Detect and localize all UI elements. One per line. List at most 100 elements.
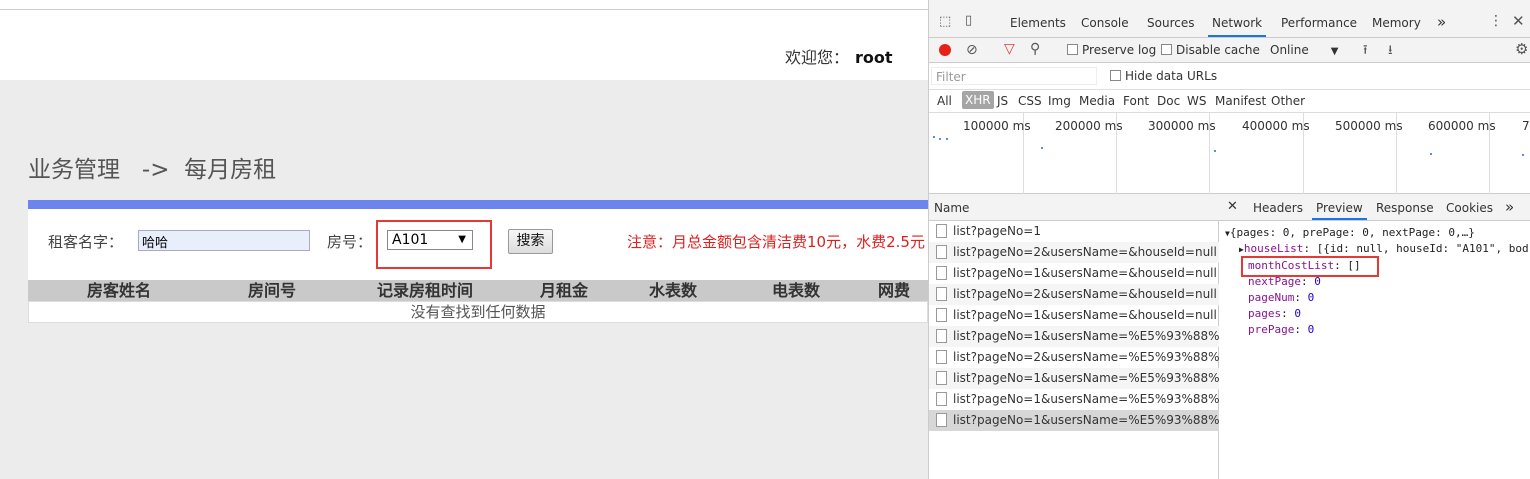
hide-data-urls-label: Hide data URLs	[1125, 69, 1218, 83]
tab-memory[interactable]: Memory	[1372, 16, 1421, 30]
document-icon	[936, 266, 947, 280]
device-toggle-icon[interactable]: ▯	[965, 13, 972, 28]
request-row[interactable]: list?pageNo=1&usersName=%E5%93%88%E5...	[929, 326, 1219, 347]
json-value: 0	[1307, 323, 1315, 336]
room-label: 房号：	[327, 233, 373, 251]
request-list: Name list?pageNo=1 list?pageNo=2&usersNa…	[929, 194, 1219, 479]
inspect-icon[interactable]: ⬚	[939, 14, 951, 29]
close-details-icon[interactable]: ✕	[1227, 199, 1238, 214]
tab-cookies[interactable]: Cookies	[1446, 201, 1493, 215]
more-tabs-icon[interactable]: »	[1437, 13, 1446, 31]
export-har-icon[interactable]: ⭳	[1388, 41, 1393, 63]
tab-network[interactable]: Network	[1207, 16, 1267, 37]
preserve-log-checkbox[interactable]: Preserve log	[1067, 43, 1156, 57]
json-key: monthCostList	[1248, 259, 1335, 272]
disable-cache-checkbox[interactable]: Disable cache	[1161, 43, 1260, 57]
type-xhr[interactable]: XHR	[962, 91, 994, 109]
tab-sources[interactable]: Sources	[1147, 16, 1194, 30]
tab-elements[interactable]: Elements	[1010, 16, 1066, 30]
notice-text: 注意：月总金额包含清洁费10元，水费2.5元	[627, 233, 925, 251]
request-name: list?pageNo=1	[953, 224, 1041, 238]
dropdown-arrow-icon: ▼	[458, 234, 466, 245]
timeline-label: 200000 ms	[1055, 119, 1123, 133]
type-all[interactable]: All	[937, 94, 952, 108]
json-monthCostList[interactable]: monthCostList: []	[1248, 259, 1361, 272]
timeline-dot	[1041, 147, 1043, 149]
welcome-label: 欢迎您：	[785, 48, 850, 67]
tab-performance[interactable]: Performance	[1281, 16, 1357, 30]
request-row[interactable]: list?pageNo=2&usersName=&houseId=null	[929, 242, 1219, 263]
username: root	[855, 48, 893, 67]
json-key: nextPage	[1248, 275, 1301, 288]
timeline-label: 70	[1522, 119, 1530, 133]
tab-console[interactable]: Console	[1081, 16, 1129, 30]
type-css[interactable]: CSS	[1018, 94, 1042, 108]
json-key: houseList	[1243, 242, 1304, 255]
type-ws[interactable]: WS	[1187, 94, 1206, 108]
type-manifest[interactable]: Manifest	[1215, 94, 1266, 108]
type-img[interactable]: Img	[1048, 94, 1071, 108]
tab-headers[interactable]: Headers	[1253, 201, 1303, 215]
tenant-name-input[interactable]: 哈哈	[138, 230, 310, 251]
chevron-down-icon: ▼	[1330, 46, 1339, 57]
accent-bar	[28, 200, 928, 209]
document-icon	[936, 392, 947, 406]
request-name: list?pageNo=1&usersName=%E5%93%88%E5...	[953, 413, 1219, 427]
timeline-dot	[933, 136, 935, 138]
hide-data-urls-checkbox[interactable]: Hide data URLs	[1110, 69, 1217, 83]
request-name: list?pageNo=1&usersName=%E5%93%88%E5...	[953, 329, 1219, 343]
document-icon	[936, 350, 947, 364]
timeline-label: 600000 ms	[1428, 119, 1496, 133]
room-select[interactable]: A101 ▼	[387, 230, 473, 250]
request-row[interactable]: list?pageNo=1&usersName=&houseId=null	[929, 305, 1219, 326]
kebab-menu-icon[interactable]: ⋮	[1489, 13, 1503, 29]
page-title: 业务管理 -> 每月房租	[28, 157, 277, 183]
type-media[interactable]: Media	[1079, 94, 1115, 108]
request-row[interactable]: list?pageNo=1&usersName=%E5%93%88%E5...	[929, 389, 1219, 410]
search-icon[interactable]: ⚲	[1030, 41, 1040, 57]
json-pages: pages: 0	[1248, 307, 1301, 320]
timeline-label: 100000 ms	[963, 119, 1031, 133]
table-header: 房客姓名 房间号 记录房租时间 月租金 水表数 电表数 网费	[28, 280, 928, 301]
timeline-dot	[946, 138, 948, 140]
disable-cache-label: Disable cache	[1176, 43, 1260, 57]
column-header: 房客姓名	[87, 281, 152, 300]
json-value: []	[1347, 259, 1361, 272]
devtools-panel: ⬚ ▯ Elements Console Sources Network Per…	[928, 0, 1530, 479]
json-key: pages	[1248, 307, 1282, 320]
request-name: list?pageNo=1&usersName=%E5%93%88%E5...	[953, 371, 1219, 385]
search-button[interactable]: 搜索	[508, 229, 553, 254]
request-row[interactable]: list?pageNo=1&usersName=&houseId=null	[929, 263, 1219, 284]
filter-icon[interactable]: ▽	[1004, 41, 1015, 57]
request-row[interactable]: list?pageNo=1	[929, 221, 1219, 242]
document-icon	[936, 287, 947, 301]
column-header: 网费	[878, 281, 911, 300]
throttle-select[interactable]: Online ▼	[1270, 43, 1338, 57]
json-value: 0	[1294, 307, 1301, 320]
clear-icon[interactable]: ⊘	[966, 42, 978, 58]
filter-row: Filter Hide data URLs	[929, 63, 1530, 90]
search-form: 租客名字： 哈哈 房号： A101 ▼ 搜索 注意：月总金额包含清洁费10元，水…	[28, 209, 928, 280]
type-doc[interactable]: Doc	[1157, 94, 1180, 108]
tab-preview[interactable]: Preview	[1312, 201, 1367, 220]
type-other[interactable]: Other	[1271, 94, 1305, 108]
document-icon	[936, 329, 947, 343]
type-js[interactable]: JS	[997, 94, 1008, 108]
json-houseList[interactable]: ▶houseList: [{id: null, houseId: "A101",…	[1239, 242, 1529, 255]
gear-icon[interactable]: ⚙	[1515, 40, 1528, 58]
close-icon[interactable]: ✕	[1512, 12, 1525, 30]
request-row-selected[interactable]: list?pageNo=1&usersName=%E5%93%88%E5...	[929, 410, 1219, 431]
request-row[interactable]: list?pageNo=2&usersName=&houseId=null	[929, 284, 1219, 305]
name-column-header[interactable]: Name	[929, 194, 1219, 221]
import-har-icon[interactable]: ⭱	[1363, 41, 1368, 63]
json-value: 0	[1314, 275, 1321, 288]
tab-response[interactable]: Response	[1376, 201, 1434, 215]
type-font[interactable]: Font	[1123, 94, 1149, 108]
json-root[interactable]: ▼{pages: 0, prePage: 0, nextPage: 0,…}	[1225, 226, 1475, 239]
request-row[interactable]: list?pageNo=2&usersName=%E5%93%88%E5...	[929, 347, 1219, 368]
filter-input[interactable]: Filter	[931, 67, 1097, 85]
json-root-summary: {pages: 0, prePage: 0, nextPage: 0,…}	[1229, 226, 1475, 239]
request-row[interactable]: list?pageNo=1&usersName=%E5%93%88%E5...	[929, 368, 1219, 389]
record-icon[interactable]	[939, 44, 951, 56]
more-tabs-icon[interactable]: »	[1505, 198, 1514, 216]
